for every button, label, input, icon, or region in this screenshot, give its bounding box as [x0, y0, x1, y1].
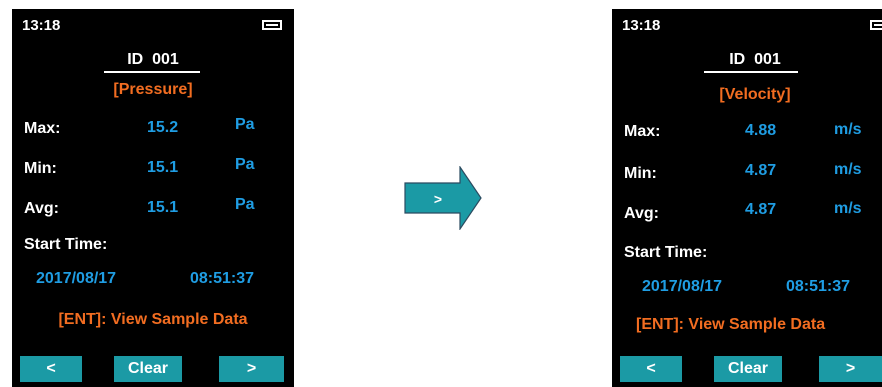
next-button[interactable]: >	[819, 356, 882, 382]
start-time-label: Start Time:	[24, 236, 108, 253]
max-unit: Pa	[235, 116, 255, 133]
prev-button[interactable]: <	[20, 356, 82, 382]
device-id: ID 001	[729, 51, 781, 68]
view-sample-hint: [ENT]: View Sample Data	[636, 316, 826, 333]
prev-button[interactable]: <	[620, 356, 682, 382]
mode-title: [Velocity]	[719, 86, 791, 103]
left-device-screen: 13:18 ID 001 [Pressure] Max: 15.2 Pa Min…	[12, 9, 294, 387]
avg-unit: m/s	[834, 200, 862, 217]
min-unit: Pa	[235, 156, 255, 173]
status-time: 13:18	[622, 17, 661, 34]
max-label: Max:	[624, 123, 661, 140]
min-value: 15.1	[147, 159, 179, 176]
device-id-underline	[104, 71, 200, 73]
start-date: 2017/08/17	[36, 270, 117, 287]
device-id: ID 001	[127, 51, 179, 68]
max-value: 15.2	[147, 119, 179, 136]
start-clock: 08:51:37	[190, 270, 255, 287]
max-unit: m/s	[834, 121, 862, 138]
avg-value: 4.87	[745, 201, 777, 218]
right-device-screen: 13:18 ID 001 [Velocity] Max: 4.88 m/s Mi…	[612, 9, 882, 387]
min-label: Min:	[624, 165, 657, 182]
avg-label: Avg:	[624, 205, 659, 222]
min-value: 4.87	[745, 162, 777, 179]
min-unit: m/s	[834, 161, 862, 178]
max-value: 4.88	[745, 122, 777, 139]
start-date: 2017/08/17	[642, 278, 723, 295]
device-id-underline	[704, 71, 798, 73]
transition-arrow-label: >	[433, 191, 443, 207]
max-label: Max:	[24, 120, 61, 137]
avg-label: Avg:	[24, 200, 59, 217]
mode-title: [Pressure]	[113, 81, 193, 98]
next-button[interactable]: >	[219, 356, 284, 382]
clear-button[interactable]: Clear	[714, 356, 782, 382]
avg-value: 15.1	[147, 199, 179, 216]
view-sample-hint: [ENT]: View Sample Data	[58, 311, 248, 328]
start-clock: 08:51:37	[786, 278, 851, 295]
start-time-label: Start Time:	[624, 244, 708, 261]
status-time: 13:18	[22, 17, 61, 34]
avg-unit: Pa	[235, 196, 255, 213]
clear-button[interactable]: Clear	[114, 356, 182, 382]
min-label: Min:	[24, 160, 57, 177]
battery-icon	[262, 20, 282, 30]
battery-icon	[870, 20, 882, 30]
